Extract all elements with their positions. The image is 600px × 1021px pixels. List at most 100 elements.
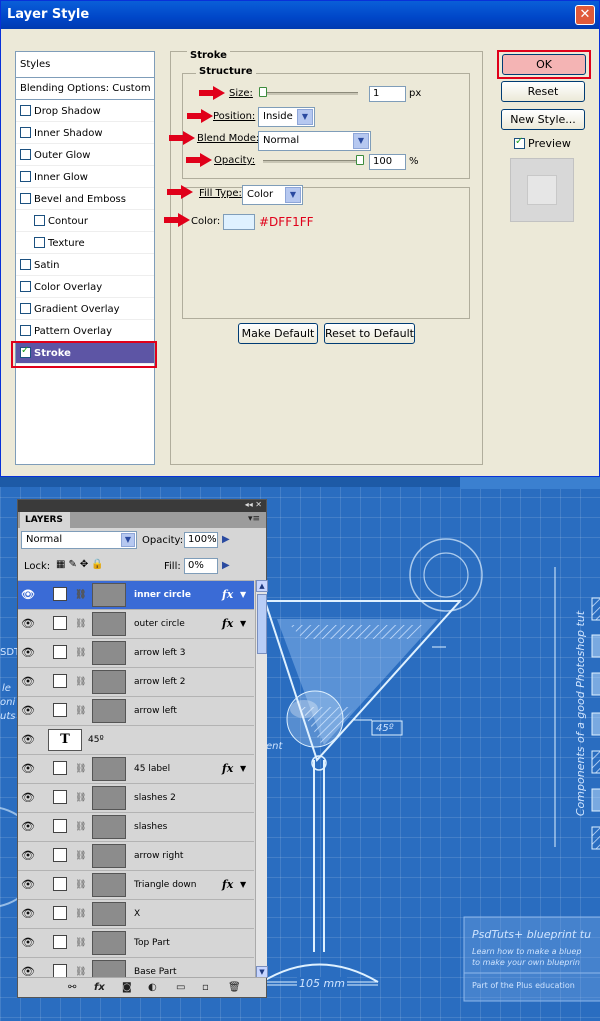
checkbox-icon[interactable] <box>20 281 31 292</box>
eye-icon[interactable]: 👁 <box>21 676 35 688</box>
chevron-down-icon[interactable]: ▼ <box>240 619 246 628</box>
link-icon[interactable]: ⛓ <box>75 967 86 977</box>
checkbox-icon[interactable] <box>20 149 31 160</box>
fill-flyout-arrow[interactable]: ▶ <box>222 560 230 571</box>
opacity-flyout-arrow[interactable]: ▶ <box>222 534 230 545</box>
checkbox-icon[interactable] <box>20 303 31 314</box>
checkbox-icon[interactable] <box>20 325 31 336</box>
folder-icon[interactable]: ▭ <box>176 982 185 993</box>
link-icon[interactable]: ⛓ <box>75 706 86 716</box>
style-item-outer-glow[interactable]: Outer Glow <box>16 144 154 166</box>
panel-menu-icon[interactable]: ▾≡ <box>248 514 260 524</box>
style-item-gradient-overlay[interactable]: Gradient Overlay <box>16 298 154 320</box>
layer-row[interactable]: 👁 ⛓ Triangle down fx ▼ <box>18 870 254 899</box>
fx-icon[interactable]: fx <box>94 982 105 993</box>
checkbox-icon[interactable] <box>20 193 31 204</box>
style-item-contour[interactable]: Contour <box>16 210 154 232</box>
chevron-down-icon[interactable]: ▼ <box>240 590 246 599</box>
lock-icons[interactable]: ▦✎✥🔒 <box>56 559 107 570</box>
eye-icon[interactable]: 👁 <box>21 734 35 746</box>
layers-tab[interactable]: LAYERS <box>20 512 70 528</box>
layer-row[interactable]: 👁 ⛓ 45 label fx ▼ <box>18 754 254 783</box>
link-icon[interactable]: ⛓ <box>75 648 86 658</box>
size-slider-track[interactable] <box>263 92 358 95</box>
panel-titlebar[interactable]: ◂◂ ✕ <box>18 500 266 512</box>
adjustment-icon[interactable]: ◐ <box>148 982 157 993</box>
fx-icon[interactable]: fx <box>222 617 233 630</box>
link-icon[interactable]: ⛓ <box>75 851 86 861</box>
checkbox-icon[interactable] <box>20 259 31 270</box>
layer-row[interactable]: 👁 T 45º <box>18 725 254 754</box>
eye-icon[interactable]: 👁 <box>21 763 35 775</box>
layer-row[interactable]: 👁 ⛓ X <box>18 899 254 928</box>
fx-icon[interactable]: fx <box>222 878 233 891</box>
link-icon[interactable]: ⛓ <box>75 764 86 774</box>
link-icon[interactable]: ⛓ <box>75 619 86 629</box>
panel-controls[interactable]: ◂◂ ✕ <box>245 500 262 509</box>
link-icon[interactable]: ⚯ <box>68 982 76 993</box>
style-item-inner-glow[interactable]: Inner Glow <box>16 166 154 188</box>
style-item-inner-shadow[interactable]: Inner Shadow <box>16 122 154 144</box>
eye-icon[interactable]: 👁 <box>21 937 35 949</box>
style-item-bevel-and-emboss[interactable]: Bevel and Emboss <box>16 188 154 210</box>
styles-header[interactable]: Styles <box>16 52 154 78</box>
trash-icon[interactable]: 🗑 <box>228 982 241 993</box>
checkbox-icon[interactable] <box>20 105 31 116</box>
chevron-down-icon[interactable]: ▼ <box>240 880 246 889</box>
checkbox-icon[interactable] <box>34 215 45 226</box>
eye-icon[interactable]: 👁 <box>21 850 35 862</box>
style-item-drop-shadow[interactable]: Drop Shadow <box>16 100 154 122</box>
fx-icon[interactable]: fx <box>222 588 233 601</box>
style-item-satin[interactable]: Satin <box>16 254 154 276</box>
opacity-input[interactable]: 100 <box>369 154 406 170</box>
size-input[interactable]: 1 <box>369 86 406 102</box>
size-slider-thumb[interactable] <box>259 87 267 97</box>
scroll-up-arrow[interactable]: ▲ <box>256 580 268 592</box>
link-icon[interactable]: ⛓ <box>75 880 86 890</box>
checkbox-icon[interactable] <box>34 237 45 248</box>
layer-blend-mode-select[interactable]: Normal ▼ <box>21 531 137 549</box>
eye-icon[interactable]: 👁 <box>21 705 35 717</box>
fill-input[interactable]: 0% <box>184 558 218 574</box>
eye-icon[interactable]: 👁 <box>21 879 35 891</box>
eye-icon[interactable]: 👁 <box>21 792 35 804</box>
color-swatch[interactable] <box>223 214 255 230</box>
layer-row[interactable]: 👁 ⛓ inner circle fx ▼ <box>18 580 254 609</box>
position-select[interactable]: Inside ▼ <box>258 107 315 127</box>
blend-mode-select[interactable]: Normal ▼ <box>258 131 371 151</box>
link-icon[interactable]: ⛓ <box>75 909 86 919</box>
eye-icon[interactable]: 👁 <box>21 618 35 630</box>
layer-opacity-input[interactable]: 100% <box>184 532 218 548</box>
opacity-slider-thumb[interactable] <box>356 155 364 165</box>
link-icon[interactable]: ⛓ <box>75 677 86 687</box>
scroll-thumb[interactable] <box>257 594 267 654</box>
layers-scrollbar[interactable]: ▲ ▼ <box>255 580 268 978</box>
fill-type-select[interactable]: Color ▼ <box>242 185 303 205</box>
layer-row[interactable]: 👁 ⛓ slashes <box>18 812 254 841</box>
style-item-texture[interactable]: Texture <box>16 232 154 254</box>
link-icon[interactable]: ⛓ <box>75 822 86 832</box>
link-icon[interactable]: ⛓ <box>75 938 86 948</box>
layer-row[interactable]: 👁 ⛓ outer circle fx ▼ <box>18 609 254 638</box>
layer-row[interactable]: 👁 ⛓ arrow left 2 <box>18 667 254 696</box>
make-default-button[interactable]: Make Default <box>238 323 318 344</box>
eye-icon[interactable]: 👁 <box>21 821 35 833</box>
layer-row[interactable]: 👁 ⛓ arrow right <box>18 841 254 870</box>
layer-row[interactable]: 👁 ⛓ slashes 2 <box>18 783 254 812</box>
preview-checkbox[interactable]: Preview <box>514 136 571 150</box>
chevron-down-icon[interactable]: ▼ <box>240 764 246 773</box>
layer-row[interactable]: 👁 ⛓ Top Part <box>18 928 254 957</box>
new-style-button[interactable]: New Style... <box>501 109 585 130</box>
layer-row[interactable]: 👁 ⛓ arrow left <box>18 696 254 725</box>
eye-icon[interactable]: 👁 <box>21 908 35 920</box>
blending-options-item[interactable]: Blending Options: Custom <box>16 78 154 100</box>
mask-icon[interactable]: ◙ <box>122 982 132 993</box>
reset-to-default-button[interactable]: Reset to Default <box>324 323 415 344</box>
layer-row[interactable]: 👁 ⛓ arrow left 3 <box>18 638 254 667</box>
link-icon[interactable]: ⛓ <box>75 590 86 600</box>
close-button[interactable]: ✕ <box>575 5 595 25</box>
checkbox-icon[interactable] <box>20 127 31 138</box>
opacity-slider-track[interactable] <box>263 160 360 163</box>
checkbox-icon[interactable] <box>20 171 31 182</box>
reset-button[interactable]: Reset <box>501 81 585 102</box>
